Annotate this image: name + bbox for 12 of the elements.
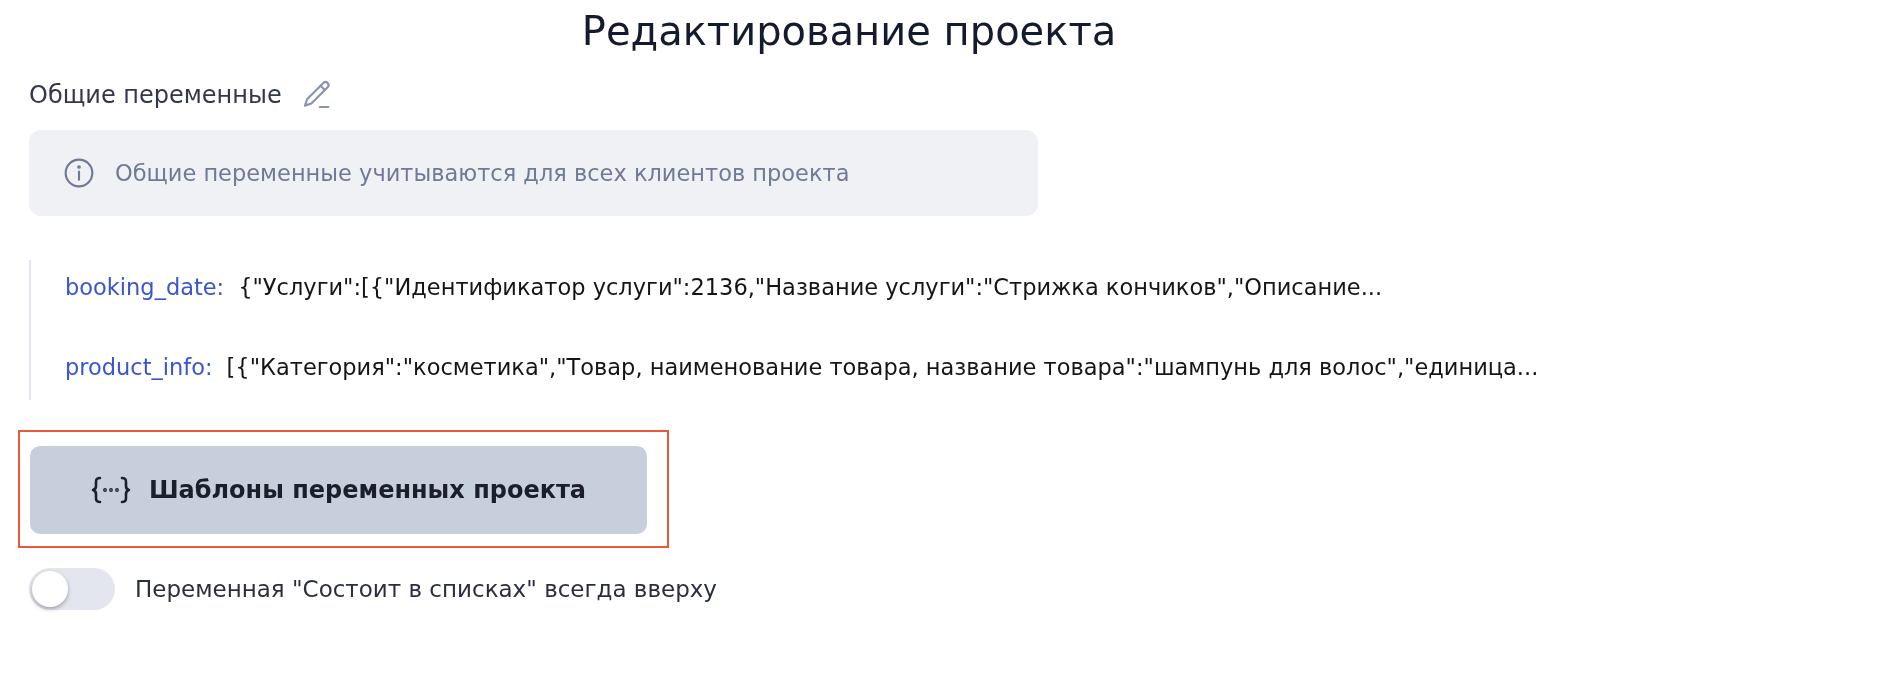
section-label: Общие переменные bbox=[29, 81, 282, 109]
variable-name: product_info: bbox=[65, 354, 213, 380]
variable-value: {"Услуги":[{"Идентификатор услуги":2136,"Название услуги":"Стрижка кончиков","Описание... bbox=[238, 274, 1383, 300]
info-icon bbox=[63, 157, 95, 189]
templates-button[interactable]: Шаблоны переменных проекта bbox=[30, 446, 647, 534]
braces-icon bbox=[90, 475, 131, 505]
toggle-label: Переменная "Состоит в списках" всегда вверху bbox=[135, 576, 717, 602]
page-title: Редактирование проекта bbox=[580, 7, 1118, 54]
variable-name: booking_date: bbox=[65, 274, 225, 300]
info-text: Общие переменные учитываются для всех клиентов проекта bbox=[115, 160, 850, 186]
toggle-switch[interactable] bbox=[29, 568, 115, 610]
variable-value: [{"Категория":"косметика","Товар, наименование товара, название товара":"шампунь для волос","единица... bbox=[226, 354, 1539, 380]
